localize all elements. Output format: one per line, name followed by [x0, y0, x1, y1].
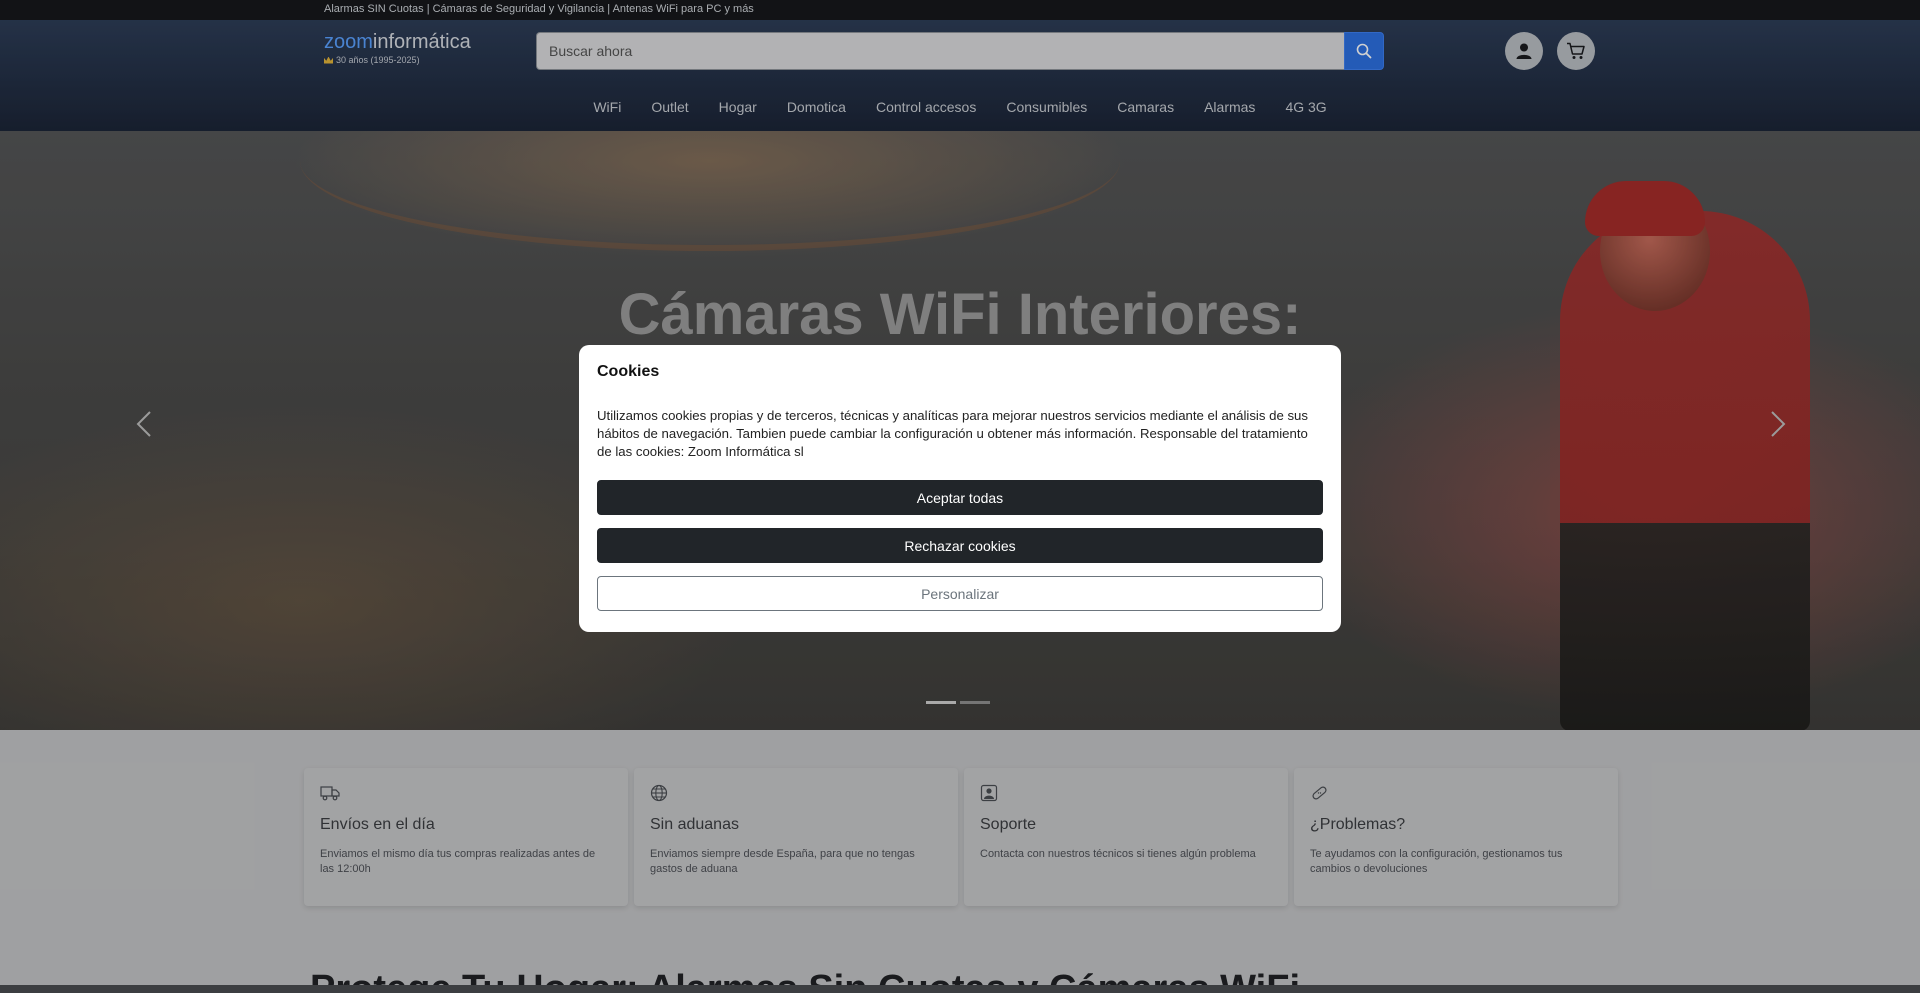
accept-all-button[interactable]: Aceptar todas — [597, 480, 1323, 515]
reject-cookies-button[interactable]: Rechazar cookies — [597, 528, 1323, 563]
customize-button[interactable]: Personalizar — [597, 576, 1323, 611]
cookie-dialog-title: Cookies — [597, 363, 660, 380]
cookie-consent-dialog: Cookies Utilizamos cookies propias y de … — [579, 345, 1341, 632]
cookie-dialog-text: Utilizamos cookies propias y de terceros… — [597, 408, 1308, 459]
